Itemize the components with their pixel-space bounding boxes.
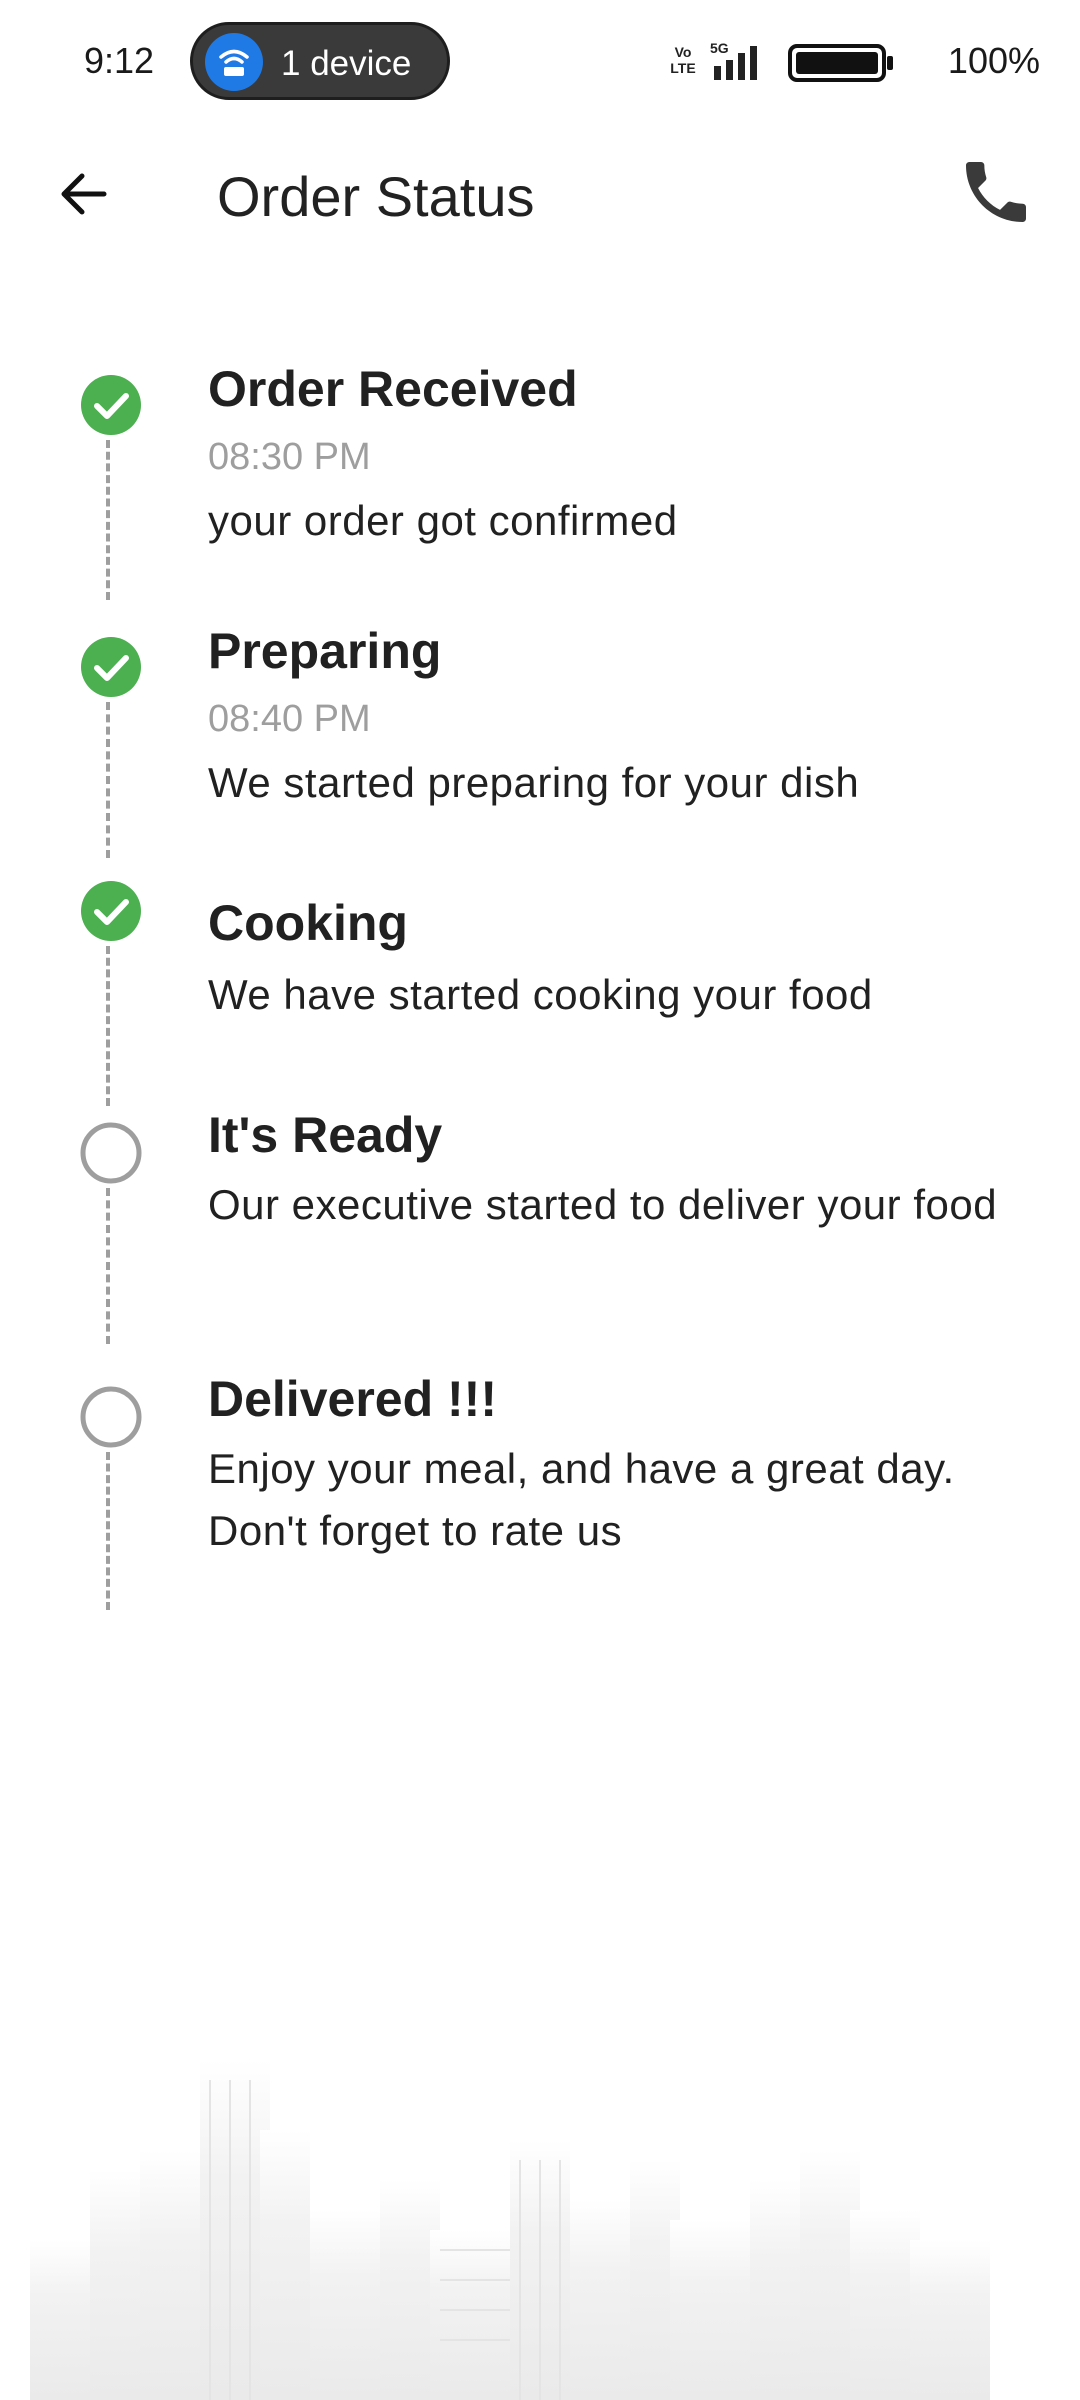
network-type-label: 5G — [710, 40, 729, 56]
city-skyline-illustration — [30, 2060, 990, 2400]
hotspot-chip[interactable]: 1 device — [190, 22, 450, 100]
check-circle-icon — [81, 637, 141, 697]
phone-icon — [966, 162, 1026, 222]
timeline-connector — [106, 1452, 110, 1610]
page-title: Order Status — [217, 165, 535, 228]
battery-icon — [788, 44, 893, 82]
timeline-connector — [106, 440, 110, 600]
step-time: 08:30 PM — [208, 436, 371, 478]
signal-icon: 5G — [710, 40, 757, 80]
back-button[interactable] — [44, 154, 124, 234]
check-circle-icon — [81, 375, 141, 435]
timeline-connector — [106, 1188, 110, 1344]
check-circle-icon — [81, 881, 141, 941]
timeline-connector — [106, 946, 110, 1106]
step-description: Enjoy your meal, and have a great day. D… — [208, 1445, 955, 1554]
hotspot-label: 1 device — [281, 44, 412, 83]
step-description: Our executive started to deliver your fo… — [208, 1181, 998, 1228]
timeline-connector — [106, 702, 110, 858]
step-title: Delivered !!! — [208, 1371, 497, 1427]
arrow-back-icon — [61, 173, 107, 215]
empty-circle-icon — [80, 1386, 142, 1448]
call-button[interactable] — [956, 152, 1036, 232]
step-description: your order got confirmed — [208, 497, 678, 544]
step-time: 08:40 PM — [208, 698, 371, 740]
status-time: 9:12 — [84, 40, 155, 81]
status-bar: 9:12 1 device Vo LTE 5G 100% — [0, 0, 1080, 124]
step-title: Cooking — [208, 895, 408, 951]
wifi-hotspot-icon — [205, 33, 263, 91]
app-bar: Order Status — [0, 124, 1080, 264]
empty-circle-icon — [80, 1122, 142, 1184]
step-title: Order Received — [208, 361, 578, 417]
order-status-screen: 9:12 1 device Vo LTE 5G 100% Order Statu… — [0, 0, 1080, 2400]
step-description: We have started cooking your food — [208, 971, 873, 1018]
status-icons: Vo LTE 5G 100% — [670, 36, 1040, 86]
step-title: It's Ready — [208, 1107, 443, 1163]
step-title: Preparing — [208, 623, 442, 679]
step-description: We started preparing for your dish — [208, 759, 860, 806]
volte-icon: Vo LTE — [670, 44, 696, 76]
battery-percent: 100% — [947, 40, 1040, 81]
